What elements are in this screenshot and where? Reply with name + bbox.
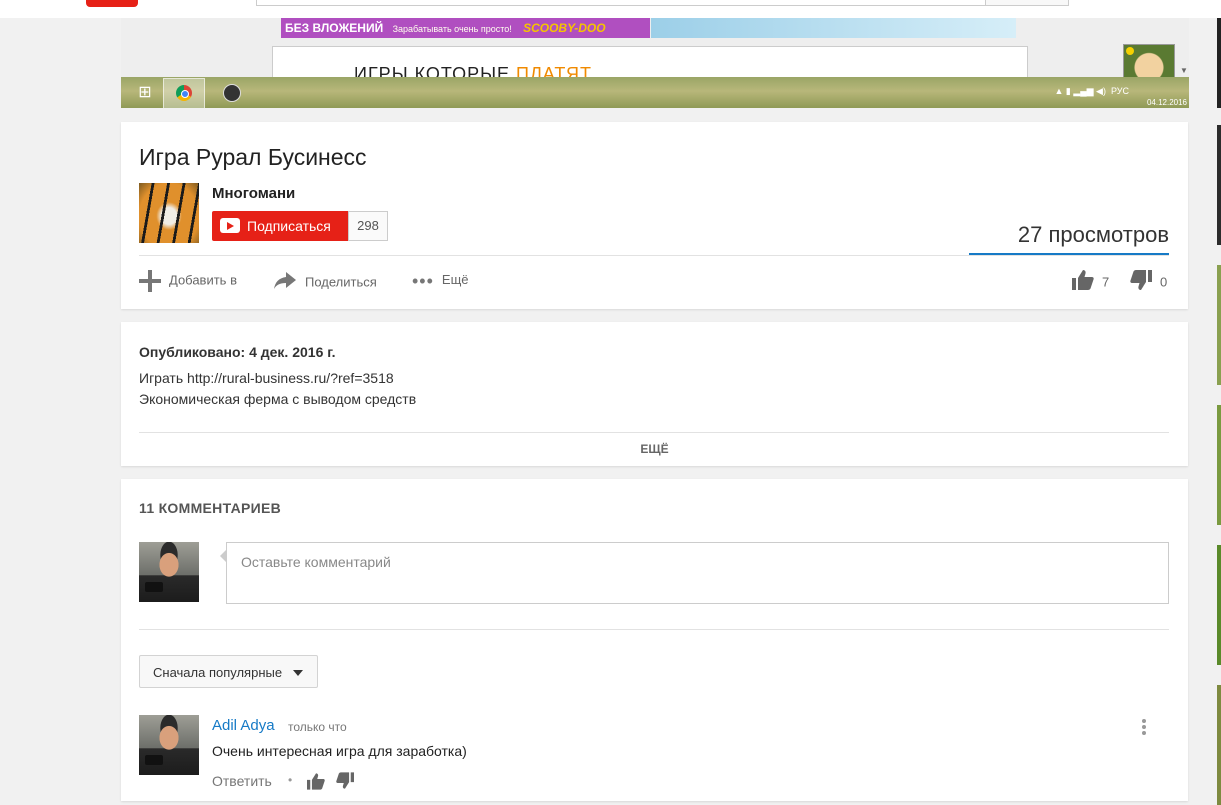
sidebar-thumbnails-edge (1217, 125, 1221, 805)
description-line: Играть http://rural-business.ru/?ref=351… (139, 370, 394, 386)
current-user-avatar[interactable] (139, 542, 199, 602)
reply-button[interactable]: Ответить (212, 773, 272, 789)
thumbs-down-icon (1130, 270, 1152, 296)
comment-author-avatar[interactable] (139, 715, 199, 775)
separator: • (288, 773, 293, 787)
sort-comments-dropdown[interactable]: Сначала популярные (139, 655, 318, 688)
comment-box[interactable] (226, 542, 1169, 604)
share-icon (273, 270, 297, 296)
like-button[interactable]: 7 (1072, 270, 1109, 290)
ad-banner[interactable]: БЕЗ ВЛОЖЕНИЙ Зарабатывать очень просто! … (281, 18, 650, 38)
comment-text: Очень интересная игра для заработка) (212, 743, 467, 759)
channel-avatar[interactable] (139, 183, 199, 243)
publish-date: Опубликовано: 4 дек. 2016 г. (139, 344, 336, 360)
windows-taskbar: ⊞ ▲ ▮ ▂▄▆ ◀) РУС 04.12.2016 (121, 77, 1189, 108)
search-input[interactable] (256, 0, 1068, 6)
show-more-button[interactable]: ЕЩЁ (121, 442, 1188, 456)
divider (139, 255, 1169, 256)
caret-down-icon (293, 670, 303, 676)
subscribe-label: Подписаться (247, 218, 331, 234)
dislike-button[interactable]: 0 (1130, 270, 1167, 290)
more-actions-button[interactable]: ••• Ещё (412, 270, 469, 291)
chrome-icon (163, 78, 205, 108)
tray-language: РУС (1110, 86, 1129, 96)
divider (139, 629, 1169, 630)
more-dots-icon: ••• (412, 270, 434, 291)
dislike-count: 0 (1160, 274, 1168, 290)
comments-count: 11 КОММЕНТАРИЕВ (139, 500, 282, 516)
obs-icon (211, 78, 251, 107)
comment-like-button[interactable] (307, 773, 325, 795)
like-count: 7 (1102, 274, 1110, 290)
thumbs-up-icon (1072, 270, 1094, 296)
tray-date: 04.12.2016 (1146, 98, 1187, 107)
comment-author[interactable]: Adil Adya (212, 717, 275, 734)
video-title: Игра Рурал Бусинесс (139, 144, 367, 170)
thumbs-down-icon (336, 772, 354, 789)
add-to-label: Добавить в (169, 272, 237, 288)
windows-start-icon: ⊞ (138, 84, 152, 101)
ad-banner-brand: SCOOBY-DOO (523, 21, 606, 35)
more-label: Ещё (441, 272, 469, 287)
subscriber-count: 298 (348, 211, 388, 241)
subscribe-button[interactable]: Подписаться (212, 211, 348, 241)
youtube-play-icon (220, 218, 240, 233)
ad-banner-main: БЕЗ ВЛОЖЕНИЙ (285, 21, 384, 35)
view-count: 27 просмотров (1017, 222, 1169, 247)
comment-item: Adil Adya только что Очень интересная иг… (139, 715, 1169, 795)
sidebar-edge (1217, 18, 1221, 108)
comment-time[interactable]: только что (288, 720, 347, 734)
comment-dislike-button[interactable] (336, 772, 354, 794)
video-info-card: Игра Рурал Бусинесс Многомани Подписатьс… (121, 122, 1188, 309)
ad-banner-sub: Зарабатывать очень просто! (392, 24, 512, 34)
description-line: Экономическая ферма с выводом средств (139, 391, 417, 407)
comment-input[interactable] (239, 553, 1143, 571)
divider (139, 432, 1169, 433)
share-button[interactable]: Поделиться (273, 270, 377, 290)
youtube-logo[interactable] (86, 0, 138, 7)
add-to-button[interactable]: Добавить в (139, 270, 237, 292)
share-label: Поделиться (305, 274, 377, 290)
comment-menu-icon[interactable] (1139, 719, 1149, 739)
search-button[interactable] (985, 0, 1069, 6)
system-tray: ▲ ▮ ▂▄▆ ◀) РУС (1054, 86, 1129, 96)
video-player[interactable]: БЕЗ ВЛОЖЕНИЙ Зарабатывать очень просто! … (121, 18, 1189, 108)
caret-down-icon: ▼ (1180, 66, 1188, 75)
ad-banner-secondary[interactable] (651, 18, 1016, 38)
comments-card: 11 КОММЕНТАРИЕВ Сначала популярные Adil … (121, 479, 1188, 801)
description-card: Опубликовано: 4 дек. 2016 г. Играть http… (121, 322, 1188, 466)
plus-icon (139, 270, 161, 292)
sort-label: Сначала популярные (153, 665, 283, 680)
thumbs-up-icon (307, 773, 325, 790)
channel-name[interactable]: Многомани (212, 185, 295, 202)
